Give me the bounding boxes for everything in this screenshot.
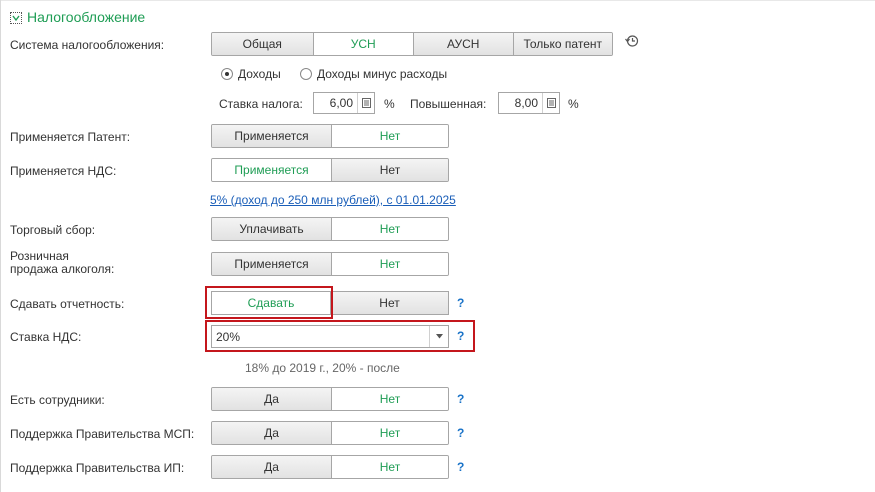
nds-rate-label: Ставка НДС:	[10, 330, 82, 344]
nds-rate-help-icon[interactable]: ?	[457, 329, 464, 343]
employees-help-icon[interactable]: ?	[457, 392, 464, 406]
msp-support-switch: Да Нет	[211, 421, 449, 445]
calculator-icon[interactable]	[542, 93, 559, 113]
increased-rate-percent: %	[568, 97, 579, 111]
collapse-toggle-icon[interactable]	[10, 12, 22, 24]
employees-no-button[interactable]: Нет	[330, 388, 448, 410]
ip-support-yes-button[interactable]: Да	[212, 456, 331, 478]
radio-income-minus-expenses[interactable]	[300, 68, 312, 80]
reporting-help-icon[interactable]: ?	[457, 296, 464, 310]
tax-rate-percent: %	[384, 97, 395, 111]
trade-fee-switch: Уплачивать Нет	[211, 217, 449, 241]
ip-support-label: Поддержка Правительства ИП:	[10, 461, 185, 475]
calculator-icon[interactable]	[357, 93, 374, 113]
tax-option-general[interactable]: Общая	[212, 33, 313, 55]
top-border	[0, 0, 875, 1]
employees-label: Есть сотрудники:	[10, 393, 105, 407]
history-icon[interactable]	[624, 33, 640, 49]
tax-rate-value: 6,00	[329, 96, 353, 110]
left-border	[0, 0, 1, 492]
increased-rate-field[interactable]: 8,00	[498, 92, 560, 114]
nds-no-button[interactable]: Нет	[330, 159, 448, 181]
msp-support-no-button[interactable]: Нет	[330, 422, 448, 444]
tax-option-ausn[interactable]: АУСН	[413, 33, 513, 55]
ip-support-no-button[interactable]: Нет	[330, 456, 448, 478]
alcohol-no-button[interactable]: Нет	[330, 253, 448, 275]
tax-system-switch: Общая УСН АУСН Только патент	[211, 32, 613, 56]
trade-fee-label: Торговый сбор:	[10, 223, 96, 237]
nds-applied-label: Применяется НДС:	[10, 164, 117, 178]
highlight-frame	[205, 286, 333, 319]
reporting-no-button[interactable]: Нет	[331, 291, 449, 315]
employees-yes-button[interactable]: Да	[212, 388, 331, 410]
msp-support-label: Поддержка Правительства МСП:	[10, 427, 195, 441]
nds-rate-note: 18% до 2019 г., 20% - после	[245, 361, 400, 375]
highlight-frame	[205, 320, 475, 352]
trade-fee-pay-button[interactable]: Уплачивать	[212, 218, 331, 240]
msp-support-help-icon[interactable]: ?	[457, 426, 464, 440]
patent-yes-button[interactable]: Применяется	[212, 125, 331, 147]
tax-option-patent-only[interactable]: Только патент	[512, 33, 612, 55]
tax-rate-label: Ставка налога:	[219, 97, 303, 111]
alcohol-yes-button[interactable]: Применяется	[212, 253, 331, 275]
msp-support-yes-button[interactable]: Да	[212, 422, 331, 444]
patent-label: Применяется Патент:	[10, 130, 131, 144]
nds-applied-switch: Применяется Нет	[211, 158, 449, 182]
alcohol-switch: Применяется Нет	[211, 252, 449, 276]
increased-rate-label: Повышенная:	[410, 97, 487, 111]
ip-support-switch: Да Нет	[211, 455, 449, 479]
trade-fee-no-button[interactable]: Нет	[330, 218, 448, 240]
ip-support-help-icon[interactable]: ?	[457, 460, 464, 474]
nds-yes-button[interactable]: Применяется	[212, 159, 331, 181]
tax-rate-field[interactable]: 6,00	[313, 92, 375, 114]
increased-rate-value: 8,00	[514, 96, 538, 110]
reporting-label: Сдавать отчетность:	[10, 297, 125, 311]
tax-system-label: Система налогообложения:	[10, 38, 165, 52]
nds-rate-link[interactable]: 5% (доход до 250 млн рублей), с 01.01.20…	[210, 193, 456, 207]
patent-no-button[interactable]: Нет	[330, 125, 448, 147]
radio-income-minus-expenses-label[interactable]: Доходы минус расходы	[317, 67, 447, 81]
employees-switch: Да Нет	[211, 387, 449, 411]
alcohol-label-line2: продажа алкоголя:	[10, 262, 115, 276]
tax-option-usn[interactable]: УСН	[312, 33, 413, 55]
section-title[interactable]: Налогообложение	[27, 9, 145, 25]
radio-income-label[interactable]: Доходы	[238, 67, 281, 81]
radio-income[interactable]	[221, 68, 233, 80]
alcohol-label-line1: Розничная	[10, 249, 69, 263]
patent-switch: Применяется Нет	[211, 124, 449, 148]
